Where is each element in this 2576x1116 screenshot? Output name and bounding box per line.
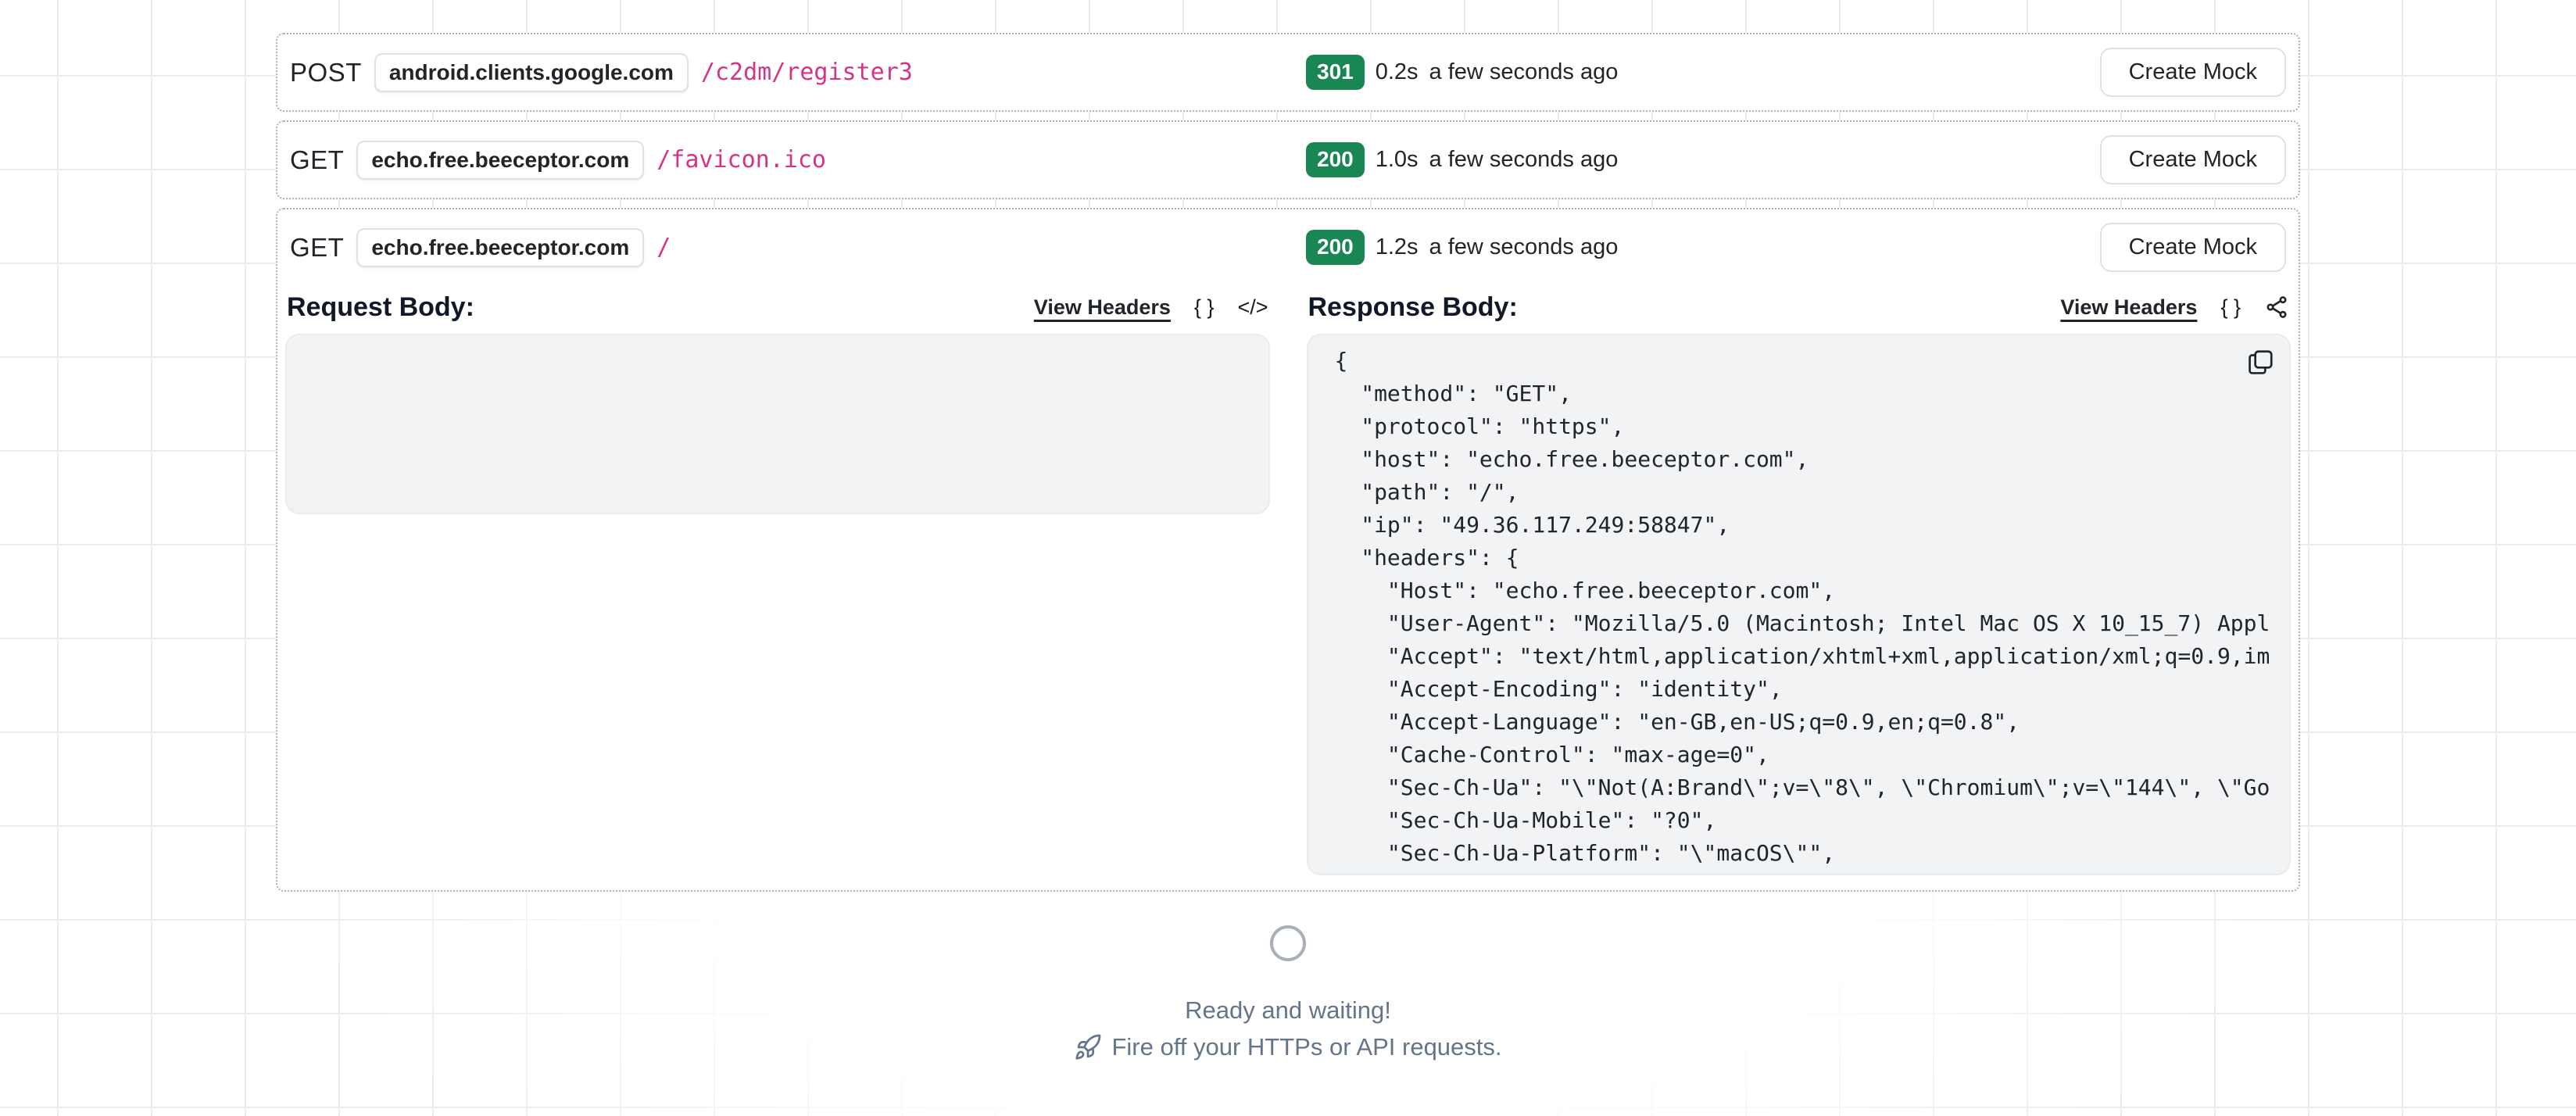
request-path: /c2dm/register3 [701, 59, 913, 86]
empty-state: Ready and waiting! Fire off your HTTPs o… [0, 925, 2576, 1061]
request-body-header: Request Body: View Headers { } </> [285, 287, 1270, 327]
empty-state-title: Ready and waiting! [0, 996, 2576, 1025]
response-json: { "method": "GET", "protocol": "https", … [1335, 345, 2290, 870]
response-body-column: Response Body: View Headers { } { "metho… [1307, 287, 2292, 875]
request-age: a few seconds ago [1429, 234, 1619, 260]
create-mock-button[interactable]: Create Mock [2100, 223, 2286, 272]
host-chip: echo.free.beeceptor.com [356, 228, 644, 267]
empty-state-subtitle-text: Fire off your HTTPs or API requests. [1111, 1033, 1501, 1061]
request-body-title: Request Body: [287, 292, 474, 323]
raw-view-icon[interactable]: </> [1237, 295, 1268, 320]
request-row[interactable]: GET echo.free.beeceptor.com /favicon.ico… [277, 122, 2299, 198]
rocket-icon [1074, 1033, 1102, 1061]
create-mock-button[interactable]: Create Mock [2100, 48, 2286, 97]
request-status-group: 200 1.2s a few seconds ago [1306, 230, 2100, 264]
json-view-icon[interactable]: { } [1194, 295, 1215, 320]
share-icon[interactable] [2264, 295, 2289, 320]
response-body-header: Response Body: View Headers { } [1307, 287, 2292, 327]
response-body-actions: View Headers { } [2060, 295, 2289, 320]
http-method: GET [290, 145, 344, 175]
request-body-column: Request Body: View Headers { } </> [285, 287, 1270, 875]
request-card-expanded: GET echo.free.beeceptor.com / 200 1.2s a… [276, 208, 2300, 892]
request-row[interactable]: POST android.clients.google.com /c2dm/re… [277, 34, 2299, 110]
status-badge: 200 [1306, 230, 1365, 264]
request-summary: GET echo.free.beeceptor.com /favicon.ico [290, 141, 1306, 180]
json-view-icon[interactable]: { } [2220, 295, 2241, 320]
empty-state-subtitle: Fire off your HTTPs or API requests. [0, 1033, 2576, 1061]
create-mock-button[interactable]: Create Mock [2100, 135, 2286, 184]
http-method: POST [290, 58, 362, 88]
request-card: GET echo.free.beeceptor.com /favicon.ico… [276, 120, 2300, 199]
request-status-group: 200 1.0s a few seconds ago [1306, 142, 2100, 177]
request-inspector: POST android.clients.google.com /c2dm/re… [276, 33, 2300, 900]
view-headers-link[interactable]: View Headers [1034, 295, 1171, 320]
request-duration: 1.2s [1376, 234, 1419, 260]
status-badge: 200 [1306, 142, 1365, 177]
request-row[interactable]: GET echo.free.beeceptor.com / 200 1.2s a… [277, 209, 2299, 285]
response-body-box: { "method": "GET", "protocol": "https", … [1307, 334, 2292, 875]
request-duration: 0.2s [1376, 59, 1419, 85]
http-method: GET [290, 233, 344, 263]
request-path: / [657, 234, 671, 261]
view-headers-link[interactable]: View Headers [2060, 295, 2197, 320]
host-chip: echo.free.beeceptor.com [356, 141, 644, 180]
request-age: a few seconds ago [1429, 59, 1619, 85]
request-summary: GET echo.free.beeceptor.com / [290, 228, 1306, 267]
status-badge: 301 [1306, 55, 1365, 89]
host-chip: android.clients.google.com [374, 53, 689, 92]
request-body-box [285, 334, 1270, 514]
request-status-group: 301 0.2s a few seconds ago [1306, 55, 2100, 89]
request-body-actions: View Headers { } </> [1034, 295, 1268, 320]
request-age: a few seconds ago [1429, 147, 1619, 173]
response-body-title: Response Body: [1308, 292, 1518, 323]
request-duration: 1.0s [1376, 147, 1419, 173]
request-summary: POST android.clients.google.com /c2dm/re… [290, 53, 1306, 92]
request-card: POST android.clients.google.com /c2dm/re… [276, 33, 2300, 112]
request-path: /favicon.ico [657, 146, 826, 173]
copy-icon[interactable] [2245, 348, 2275, 377]
waiting-spinner [1270, 925, 1306, 961]
request-detail-panels: Request Body: View Headers { } </> Respo… [277, 285, 2299, 890]
